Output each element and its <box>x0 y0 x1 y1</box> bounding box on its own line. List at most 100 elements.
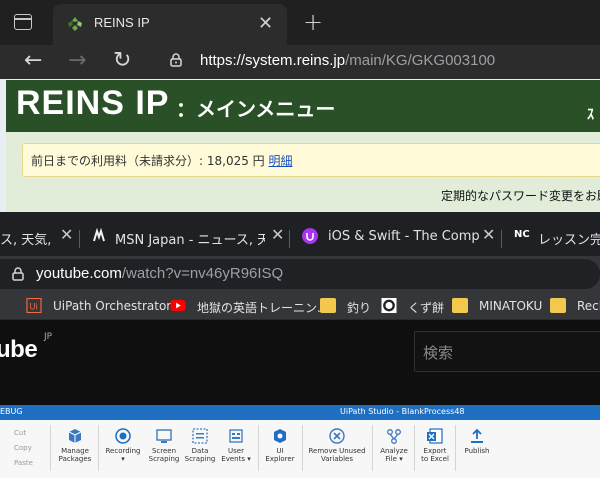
circle-logo-icon <box>381 298 397 313</box>
url-host: https://system.reins.jp <box>200 52 346 69</box>
youtube-icon <box>170 299 186 312</box>
export-to-excel-button[interactable]: Export to Excel <box>418 428 452 463</box>
tab-divider <box>79 230 80 248</box>
close-icon[interactable]: ✕ <box>271 225 284 244</box>
usage-fee-label: 前日までの利用料（未請求分）: 18,025 円 <box>31 154 269 168</box>
remove-unused-variables-button[interactable]: Remove Unused Variables <box>306 428 368 463</box>
ribbon-divider <box>414 425 415 471</box>
user-events-icon <box>229 429 243 443</box>
tab-lesson[interactable]: NC レッスン完了 <box>514 225 600 248</box>
button-label: Screen Scraping <box>148 447 180 463</box>
analyze-file-icon <box>387 429 401 444</box>
url-text: youtube.com/watch?v=nv46yR96ISQ <box>36 265 283 282</box>
site-info-icon[interactable] <box>10 266 26 282</box>
reins-favicon-icon <box>68 17 82 31</box>
cut-button[interactable]: Cut <box>14 429 26 437</box>
title-bar: EBUG UiPath Studio - BlankProcess48 <box>0 405 600 420</box>
ribbon-divider <box>258 425 259 471</box>
youtube-logo[interactable]: ube <box>0 336 38 364</box>
forward-arrow-icon[interactable]: → <box>68 49 86 73</box>
ui-explorer-icon <box>274 429 286 443</box>
screen-scraping-button[interactable]: Screen Scraping <box>144 428 184 463</box>
excel-icon <box>427 428 443 444</box>
tab-title: ス, 天気, <box>0 233 52 248</box>
nc-icon: NC <box>514 229 530 240</box>
tab-news[interactable]: ス, 天気, ✕ <box>0 225 76 248</box>
button-label: Publish <box>464 447 490 455</box>
packages-icon <box>68 429 82 443</box>
data-scraping-icon <box>192 428 208 444</box>
record-icon <box>115 428 131 444</box>
button-label: Data Scraping <box>184 447 216 463</box>
password-change-notice: 定期的なパスワード変更をお願 <box>441 189 600 203</box>
ribbon-divider <box>372 425 373 471</box>
tab-udemy[interactable]: iOS & Swift - The Complete ✕ <box>302 225 502 247</box>
folder-icon <box>320 298 336 313</box>
tab-msn[interactable]: MSN Japan - ニュース, 天気, ✕ <box>91 225 291 248</box>
tab-title: レッスン完了 <box>538 233 600 248</box>
button-label: User Events ▾ <box>221 447 251 463</box>
bookmark-label: 釣り <box>347 301 372 315</box>
ribbon-divider <box>50 425 51 471</box>
usage-fee-notice: 前日までの利用料（未請求分）: 18,025 円 明細 <box>22 143 600 177</box>
button-label: Manage Packages <box>58 447 92 463</box>
url-path: /main/KG/GKG003100 <box>345 52 496 69</box>
youtube-browser-window: ス, 天気, ✕ MSN Japan - ニュース, 天気, ✕ iOS & S… <box>0 212 600 405</box>
url-host: youtube.com <box>36 265 122 282</box>
button-label: Export to Excel <box>421 447 449 463</box>
reload-icon[interactable]: ↻ <box>113 49 131 73</box>
tab-divider <box>501 230 502 248</box>
data-scraping-button[interactable]: Data Scraping <box>182 428 218 463</box>
folder-icon <box>452 298 468 313</box>
address-bar[interactable]: https://system.reins.jp/main/KG/GKG00310… <box>200 52 495 69</box>
details-link[interactable]: 明細 <box>268 154 292 168</box>
tab-strip: ス, 天気, ✕ MSN Japan - ニュース, 天気, ✕ iOS & S… <box>0 212 600 256</box>
reins-header-banner: REINS IP ：メインメニュー ｽ <box>6 80 600 132</box>
reins-logo[interactable]: REINS IP <box>16 84 169 123</box>
ribbon-divider <box>455 425 456 471</box>
svg-text:Ui: Ui <box>29 301 38 311</box>
search-input[interactable]: 検索 <box>414 331 600 372</box>
folder-icon <box>550 298 566 313</box>
button-label: Recording ▾ <box>105 447 141 463</box>
analyze-file-button[interactable]: Analyze File ▾ <box>376 428 412 463</box>
user-events-button[interactable]: User Events ▾ <box>218 428 254 463</box>
tab-reins[interactable]: REINS IP ✕ <box>53 4 287 45</box>
button-label: Analyze File ▾ <box>380 447 408 463</box>
close-icon[interactable]: ✕ <box>258 12 273 36</box>
paste-button[interactable]: Paste <box>14 459 33 467</box>
plus-icon[interactable]: + <box>303 10 323 34</box>
debug-tab-label[interactable]: EBUG <box>0 407 23 416</box>
msn-icon <box>93 228 105 242</box>
ribbon-divider <box>98 425 99 471</box>
button-label: Remove Unused Variables <box>308 447 366 463</box>
manage-packages-button[interactable]: Manage Packages <box>56 428 94 463</box>
recording-button[interactable]: Recording ▾ <box>104 428 142 463</box>
page-title: ：メインメニュー <box>176 97 336 121</box>
publish-icon <box>471 428 483 443</box>
uipath-icon: Ui <box>26 298 42 313</box>
tab-strip: REINS IP ✕ + <box>0 0 600 45</box>
tab-actions-icon[interactable] <box>14 14 32 30</box>
close-icon[interactable]: ✕ <box>60 225 73 244</box>
reins-browser-window: REINS IP ✕ + ← → ↻ https://system.reins.… <box>0 0 600 212</box>
url-path: /watch?v=nv46yR96ISQ <box>121 265 284 282</box>
address-toolbar: ← → ↻ https://system.reins.jp/main/KG/GK… <box>0 45 600 79</box>
tab-title: REINS IP <box>94 15 150 30</box>
publish-button[interactable]: Publish <box>460 428 494 455</box>
usage-fee-text: 前日までの利用料（未請求分）: 18,025 円 明細 <box>31 152 293 169</box>
region-label: JP <box>44 332 53 342</box>
lock-icon[interactable] <box>170 53 182 67</box>
uipath-studio-window: EBUG UiPath Studio - BlankProcess48 Cut … <box>0 405 600 478</box>
back-arrow-icon[interactable]: ← <box>24 49 42 73</box>
address-bar[interactable]: youtube.com/watch?v=nv46yR96ISQ <box>0 259 600 289</box>
bookmark-label: くず餅 <box>408 301 445 315</box>
button-label: UI Explorer <box>265 447 295 463</box>
close-icon[interactable]: ✕ <box>482 225 495 244</box>
header-right-text: ｽ <box>587 107 594 123</box>
search-placeholder: 検索 <box>423 344 454 362</box>
copy-button[interactable]: Copy <box>14 444 32 452</box>
ui-explorer-button[interactable]: UI Explorer <box>262 428 298 463</box>
tab-title: MSN Japan - ニュース, 天気, <box>115 233 265 248</box>
bookmark-label: 地獄の英語トレーニン... <box>197 301 329 315</box>
